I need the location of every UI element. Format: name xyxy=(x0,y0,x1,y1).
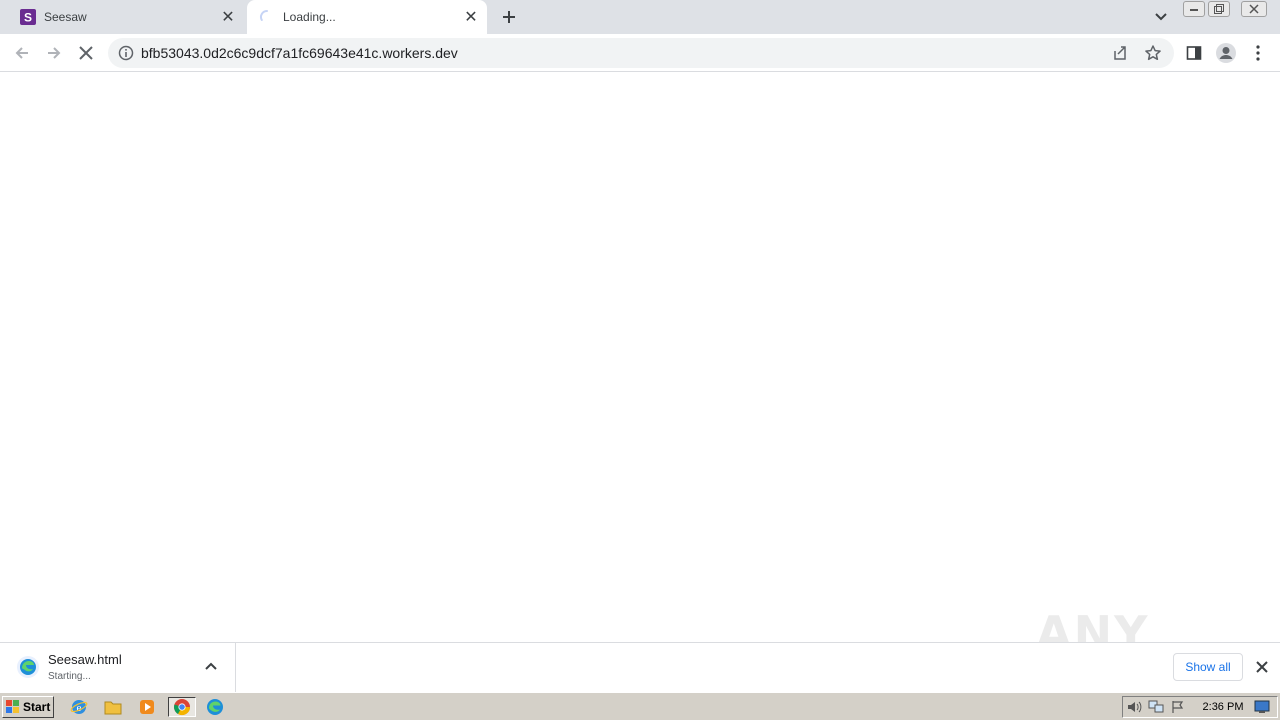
action-center-tray[interactable] xyxy=(1167,698,1189,716)
download-item[interactable]: Seesaw.html Starting... xyxy=(0,643,236,693)
download-filename: Seesaw.html xyxy=(48,652,122,667)
media-player-launch-button[interactable] xyxy=(136,697,158,717)
chevron-up-icon[interactable] xyxy=(204,659,218,673)
menu-button[interactable] xyxy=(1244,39,1272,67)
restore-icon xyxy=(1214,4,1224,14)
media-player-icon xyxy=(140,700,154,714)
network-icon xyxy=(1148,700,1164,713)
tab-loading[interactable]: Loading... ✕ xyxy=(247,0,487,34)
windows-taskbar: Start e 2:36 PM xyxy=(0,692,1280,720)
show-desktop-button[interactable] xyxy=(1251,698,1273,716)
forward-button[interactable] xyxy=(40,39,68,67)
window-close-button[interactable] xyxy=(1241,1,1267,17)
page-content xyxy=(0,72,1280,642)
restore-button[interactable] xyxy=(1208,1,1230,17)
close-tab-icon[interactable]: ✕ xyxy=(461,7,481,27)
side-panel-icon xyxy=(1186,46,1202,60)
flag-icon xyxy=(1172,701,1184,713)
plus-icon xyxy=(503,11,515,23)
browser-toolbar: bfb53043.0d2c6c9dcf7a1fc69643e41c.worker… xyxy=(0,34,1280,72)
download-status: Starting... xyxy=(48,671,91,682)
show-all-button[interactable]: Show all xyxy=(1173,653,1243,681)
internet-explorer-icon: e xyxy=(70,700,88,714)
download-bar: Seesaw.html Starting... Show all xyxy=(0,642,1280,693)
close-tab-icon[interactable]: ✕ xyxy=(218,7,238,27)
tab-title: Loading... xyxy=(283,10,336,24)
folder-icon xyxy=(104,701,122,715)
close-icon xyxy=(79,46,93,60)
bookmark-star-icon[interactable] xyxy=(1144,44,1162,62)
chrome-icon xyxy=(174,699,191,716)
loading-spinner-icon xyxy=(260,10,268,21)
minimize-button[interactable] xyxy=(1183,1,1205,17)
new-tab-button[interactable] xyxy=(498,6,520,28)
ie-launch-button[interactable]: e xyxy=(68,697,90,717)
edge-file-icon xyxy=(17,656,39,678)
address-bar[interactable]: bfb53043.0d2c6c9dcf7a1fc69643e41c.worker… xyxy=(108,38,1174,68)
side-panel-button[interactable] xyxy=(1180,39,1208,67)
edge-launch-button[interactable] xyxy=(204,697,226,717)
profile-avatar-icon xyxy=(1216,43,1236,63)
windows-logo-icon xyxy=(6,700,19,713)
network-tray[interactable] xyxy=(1145,698,1167,716)
close-download-bar-button[interactable] xyxy=(1252,657,1272,677)
volume-icon xyxy=(1128,701,1142,713)
volume-tray[interactable] xyxy=(1123,698,1145,716)
stop-loading-button[interactable] xyxy=(72,39,100,67)
arrow-left-icon xyxy=(15,47,28,59)
close-icon xyxy=(1249,4,1259,14)
info-icon[interactable] xyxy=(118,45,134,61)
start-label: Start xyxy=(23,700,51,714)
explorer-launch-button[interactable] xyxy=(102,697,124,717)
edge-icon xyxy=(207,699,223,715)
close-icon xyxy=(1256,661,1268,673)
system-tray: 2:36 PM xyxy=(1122,696,1278,718)
tab-strip: S Seesaw ✕ Loading... ✕ xyxy=(0,0,1280,34)
chrome-taskbar-button[interactable] xyxy=(168,697,196,717)
tab-seesaw[interactable]: S Seesaw ✕ xyxy=(8,0,244,34)
chevron-down-icon xyxy=(1155,13,1167,21)
svg-text:S: S xyxy=(24,11,32,25)
desktop-icon xyxy=(1254,700,1270,713)
url-text[interactable]: bfb53043.0d2c6c9dcf7a1fc69643e41c.worker… xyxy=(141,45,458,61)
tab-title: Seesaw xyxy=(44,10,87,24)
profile-button[interactable] xyxy=(1212,39,1240,67)
back-button[interactable] xyxy=(8,39,36,67)
share-icon[interactable] xyxy=(1111,44,1129,62)
clock[interactable]: 2:36 PM xyxy=(1195,701,1251,713)
arrow-right-icon xyxy=(48,47,61,59)
more-vert-icon xyxy=(1256,45,1260,61)
start-button[interactable]: Start xyxy=(2,696,54,718)
seesaw-icon: S xyxy=(20,9,36,25)
minimize-icon xyxy=(1190,9,1198,11)
tab-search-button[interactable] xyxy=(1150,6,1172,28)
